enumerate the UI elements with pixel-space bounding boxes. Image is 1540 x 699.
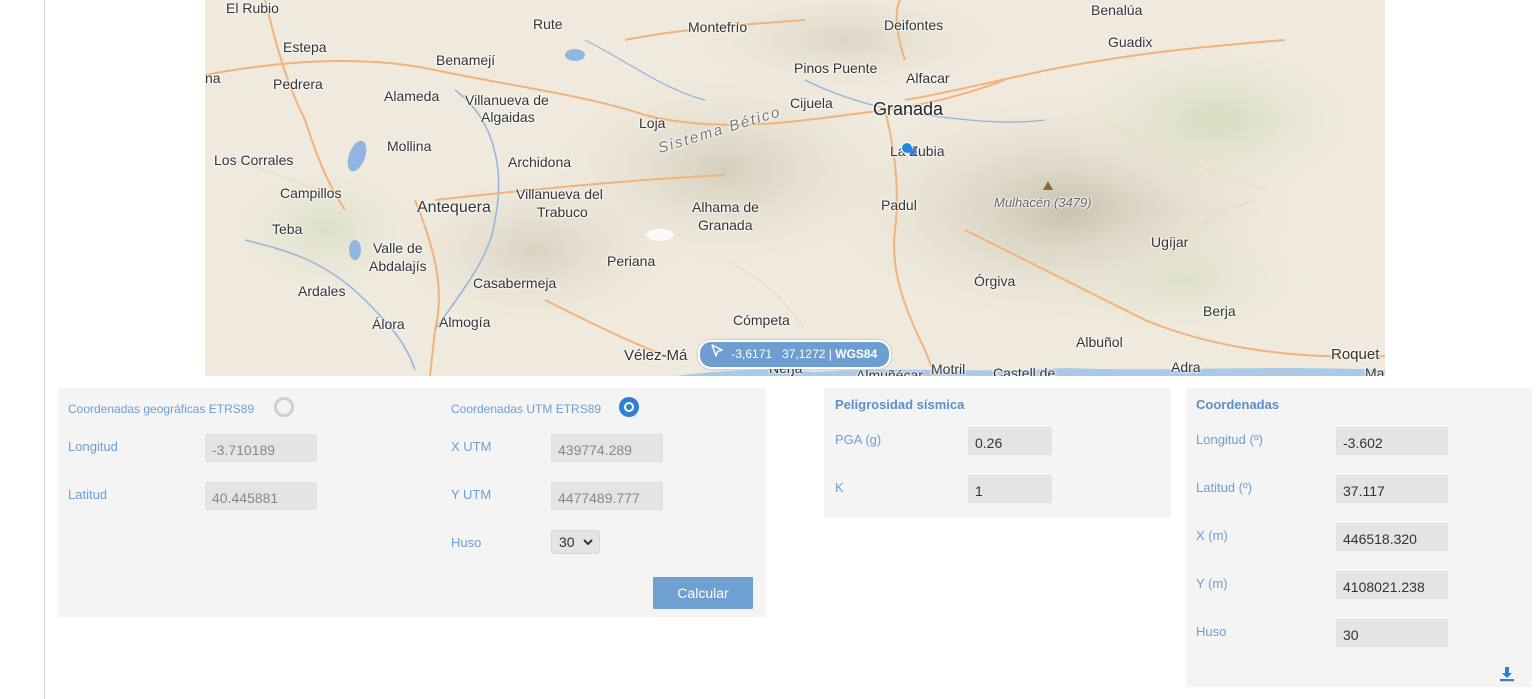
map-label: Granada	[698, 217, 753, 233]
cursor-coordinates-readout: -3,6171 37,1272 | WGS84	[698, 340, 892, 369]
map-label: na	[205, 70, 221, 86]
map-label: Abdalajís	[369, 258, 427, 274]
coordinates-panel: Coordenadas Longitud (º) -3.602 Latitud …	[1186, 388, 1532, 687]
download-icon[interactable]	[1499, 666, 1515, 687]
map-label: Ma	[1365, 365, 1385, 376]
map-label: Roquet	[1331, 346, 1380, 363]
map-label: Villanueva del	[516, 186, 603, 202]
map-label: Castell de	[993, 365, 1056, 376]
map-label: Los Corrales	[214, 152, 294, 168]
left-divider	[44, 0, 45, 699]
map-label: Teba	[272, 221, 303, 237]
seismic-hazard-panel: Peligrosidad sísmica PGA (g) 0.26 K 1	[824, 388, 1171, 518]
map-label: Ugíjar	[1151, 234, 1189, 250]
map-label: Ardales	[298, 283, 346, 299]
huso-select-value: 30	[559, 534, 575, 550]
x-label: X (m)	[1196, 528, 1228, 543]
map-label: Vélez-Má	[624, 347, 688, 364]
map-label: Montefrío	[688, 19, 748, 35]
utm-coords-radio-label: Coordenadas UTM ETRS89	[451, 402, 602, 416]
yutm-label: Y UTM	[451, 487, 492, 502]
xutm-field[interactable]: 439774.289	[551, 434, 663, 462]
cursor-lat: 37,1272	[782, 347, 826, 361]
cursor-lon: -3,6171	[731, 347, 773, 361]
map-label: Trabuco	[537, 204, 588, 220]
coordinates-title: Coordenadas	[1196, 397, 1280, 412]
map-label: Valle de	[373, 240, 423, 256]
map-label: Motril	[931, 361, 966, 376]
map-label: Algaidas	[481, 109, 535, 125]
x-field: 446518.320	[1336, 523, 1448, 551]
y-label: Y (m)	[1196, 576, 1228, 591]
lon-label: Longitud (º)	[1196, 432, 1263, 447]
map-label: Cómpeta	[733, 312, 790, 328]
xutm-label: X UTM	[451, 439, 492, 454]
pga-field: 0.26	[968, 427, 1052, 455]
map-label: Albuñol	[1076, 334, 1123, 350]
map-label: Adra	[1171, 359, 1201, 375]
seismic-title: Peligrosidad sísmica	[835, 397, 965, 412]
map-label: Cijuela	[790, 95, 833, 111]
map-label: Benamejí	[436, 52, 496, 68]
longitud-label: Longitud	[68, 439, 118, 454]
geo-coords-radio-label: Coordenadas geográficas ETRS89	[68, 402, 255, 416]
coordinate-converter-panel: Coordenadas geográficas ETRS89 Coordenad…	[58, 388, 766, 617]
map-label: Deifontes	[884, 17, 944, 33]
latitud-label: Latitud	[68, 487, 108, 502]
map-label: Villanueva de	[465, 92, 549, 108]
map-label: El Rubio	[226, 0, 279, 16]
map-label: Álora	[372, 316, 405, 332]
calcular-button[interactable]: Calcular	[653, 577, 753, 609]
coords-huso-field: 30	[1336, 619, 1448, 647]
map-label: Antequera	[417, 199, 491, 216]
utm-coords-radio[interactable]	[619, 397, 639, 417]
map-label: Periana	[607, 253, 656, 269]
location-marker-shadow	[909, 148, 917, 156]
huso-label: Huso	[451, 535, 482, 550]
map-label: Almogía	[439, 314, 491, 330]
map-label: Loja	[639, 115, 666, 131]
lon-field: -3.602	[1336, 427, 1448, 455]
map-label: Benalúa	[1091, 2, 1143, 18]
lat-label: Latitud (º)	[1196, 480, 1253, 495]
k-field: 1	[968, 475, 1052, 503]
map-label: Berja	[1203, 303, 1236, 319]
map-label: Pinos Puente	[794, 60, 878, 76]
map-label: Rute	[533, 16, 563, 32]
lat-field: 37.117	[1336, 475, 1448, 503]
y-field: 4108021.238	[1336, 571, 1448, 599]
latitud-field[interactable]: 40.445881	[205, 482, 317, 510]
huso-select[interactable]: 30	[551, 530, 600, 554]
map-label: Guadix	[1108, 34, 1153, 50]
longitud-field[interactable]: -3.710189	[205, 434, 317, 462]
map-label: Archidona	[508, 154, 572, 170]
map-label: Alhama de	[692, 199, 759, 215]
map-label: La Zubia	[890, 143, 945, 159]
map-label: Estepa	[283, 39, 327, 55]
map-label: Padul	[881, 197, 917, 213]
map-label: Campillos	[280, 185, 342, 201]
cursor-crs: WGS84	[835, 347, 878, 361]
map-label: Mollina	[387, 138, 432, 154]
map-view[interactable]: El Rubio Rute Montefrío Deifontes Benalú…	[205, 0, 1385, 376]
cursor-arrow-icon	[710, 342, 724, 367]
map-label: Alameda	[384, 88, 440, 104]
map-label: Alfacar	[906, 70, 950, 86]
pga-label: PGA (g)	[835, 432, 882, 447]
map-label: Pedrera	[273, 76, 323, 92]
map-label-peak: Mulhacén (3479)	[994, 195, 1092, 210]
k-label: K	[835, 480, 844, 495]
map-label: Casabermeja	[473, 275, 557, 291]
cursor-separator: |	[828, 347, 832, 361]
chevron-down-icon	[582, 535, 594, 551]
map-label-city: Granada	[873, 99, 944, 119]
map-label: Órgiva	[974, 273, 1016, 289]
coords-huso-label: Huso	[1196, 624, 1227, 639]
yutm-field[interactable]: 4477489.777	[551, 482, 663, 510]
geo-coords-radio[interactable]	[274, 397, 294, 417]
